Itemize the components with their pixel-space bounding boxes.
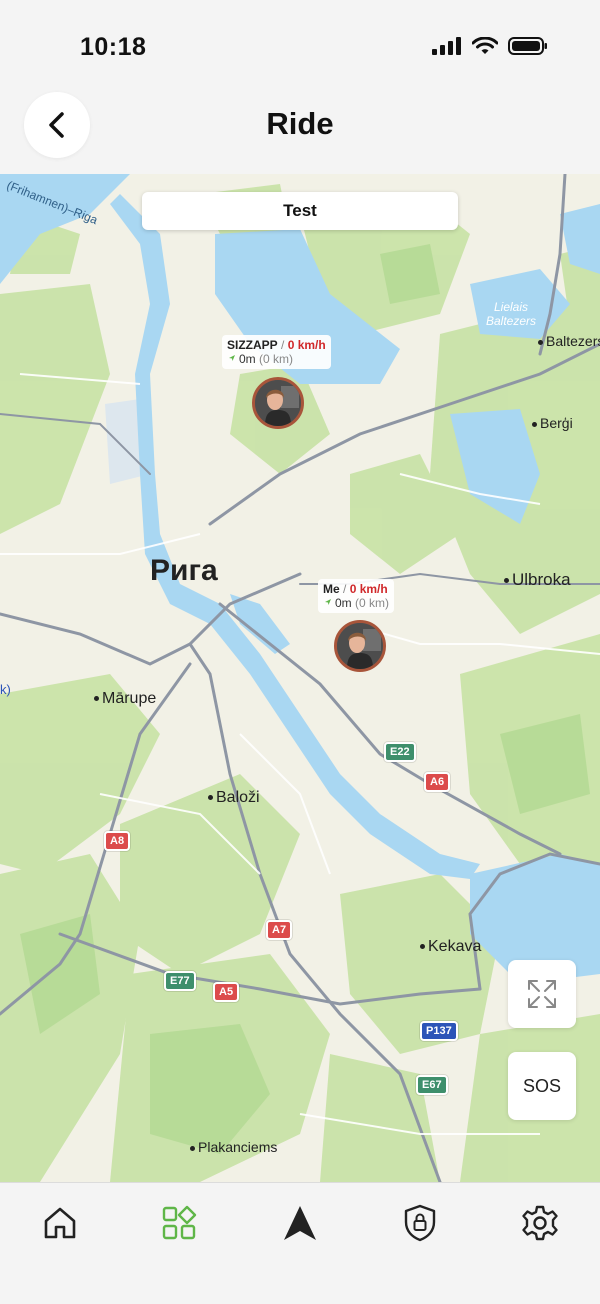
place-baltezers: Baltezers	[538, 333, 600, 349]
tab-apps[interactable]	[149, 1197, 209, 1249]
avatar-photo	[255, 380, 301, 426]
edge-label: k)	[0, 682, 11, 697]
rider-speed: 0 km/h	[349, 582, 388, 596]
rider-total: (0 km)	[259, 352, 294, 366]
sos-button[interactable]: SOS	[508, 1052, 576, 1120]
tab-bar	[0, 1182, 600, 1304]
place-bergi-text: Berģi	[540, 415, 573, 431]
fullscreen-button[interactable]	[508, 960, 576, 1028]
place-balozi-text: Baloži	[216, 789, 260, 806]
tab-settings[interactable]	[510, 1197, 570, 1249]
page-title: Ride	[266, 106, 334, 141]
rider-avatar-sizzapp[interactable]	[252, 377, 304, 429]
rider-name: Me	[323, 582, 340, 596]
rider-name: SIZZAPP	[227, 338, 278, 352]
road-badge-a7: A7	[266, 920, 293, 940]
place-ulbroka: Ulbroka	[504, 570, 571, 590]
rider-label-me: Me / 0 km/h 0m (0 km)	[318, 579, 395, 613]
header: Ride	[0, 92, 600, 174]
ride-screen: 10:18 Ride Test (Frihamnen)–Riga Lielais…	[0, 0, 600, 1304]
cellular-signal-icon	[432, 37, 461, 55]
rider-label-sizzapp: SIZZAPP / 0 km/h 0m (0 km)	[222, 335, 331, 369]
gear-icon	[522, 1205, 558, 1241]
road-badge-a8: A8	[104, 831, 131, 851]
place-plakanciems-text: Plakanciems	[198, 1139, 278, 1155]
tab-security[interactable]	[390, 1197, 450, 1249]
status-icons	[432, 36, 548, 56]
map-view[interactable]: Test (Frihamnen)–Riga Lielais Baltezers …	[0, 174, 600, 1182]
road-badge-e22: E22	[384, 742, 416, 762]
road-badge-e67: E67	[416, 1075, 448, 1095]
lake-label: Lielais Baltezers	[486, 300, 536, 328]
tab-navigate[interactable]	[270, 1197, 330, 1249]
place-marupe: Mārupe	[94, 690, 156, 708]
apps-icon	[162, 1205, 197, 1240]
status-time: 10:18	[80, 33, 147, 61]
status-bar: 10:18	[0, 0, 600, 92]
heading-arrow-icon	[229, 355, 235, 361]
lake-label-line1: Lielais	[494, 300, 529, 314]
wifi-icon	[472, 37, 498, 54]
rider-distance: 0m	[335, 596, 352, 610]
rider-avatar-me[interactable]	[334, 620, 386, 672]
place-balozi: Baloži	[208, 789, 260, 807]
place-baltezers-text: Baltezers	[546, 333, 600, 349]
shield-lock-icon	[404, 1204, 436, 1242]
group-name-chip[interactable]: Test	[142, 192, 458, 230]
rider-distance: 0m	[239, 352, 256, 366]
lake-label-line2: Baltezers	[486, 314, 537, 328]
rider-total: (0 km)	[355, 596, 390, 610]
place-plakanciems: Plakanciems	[190, 1139, 277, 1155]
place-marupe-text: Mārupe	[102, 690, 157, 707]
tab-home[interactable]	[30, 1197, 90, 1249]
navigation-arrow-icon	[284, 1206, 316, 1240]
avatar-photo	[337, 623, 383, 669]
road-badge-a5: A5	[213, 982, 240, 1002]
road-badge-e77: E77	[164, 971, 196, 991]
place-kekava: Kekava	[420, 938, 481, 956]
place-ulbroka-text: Ulbroka	[512, 570, 571, 589]
battery-icon	[508, 37, 547, 55]
place-bergi: Berģi	[532, 415, 573, 431]
place-riga: Рига	[150, 554, 218, 587]
heading-arrow-icon	[325, 599, 331, 605]
road-badge-p137: P137	[420, 1021, 458, 1041]
place-kekava-text: Kekava	[428, 938, 482, 955]
road-badge-a6: A6	[424, 772, 451, 792]
home-icon	[44, 1207, 76, 1239]
rider-speed: 0 km/h	[287, 338, 326, 352]
expand-icon	[528, 980, 556, 1008]
